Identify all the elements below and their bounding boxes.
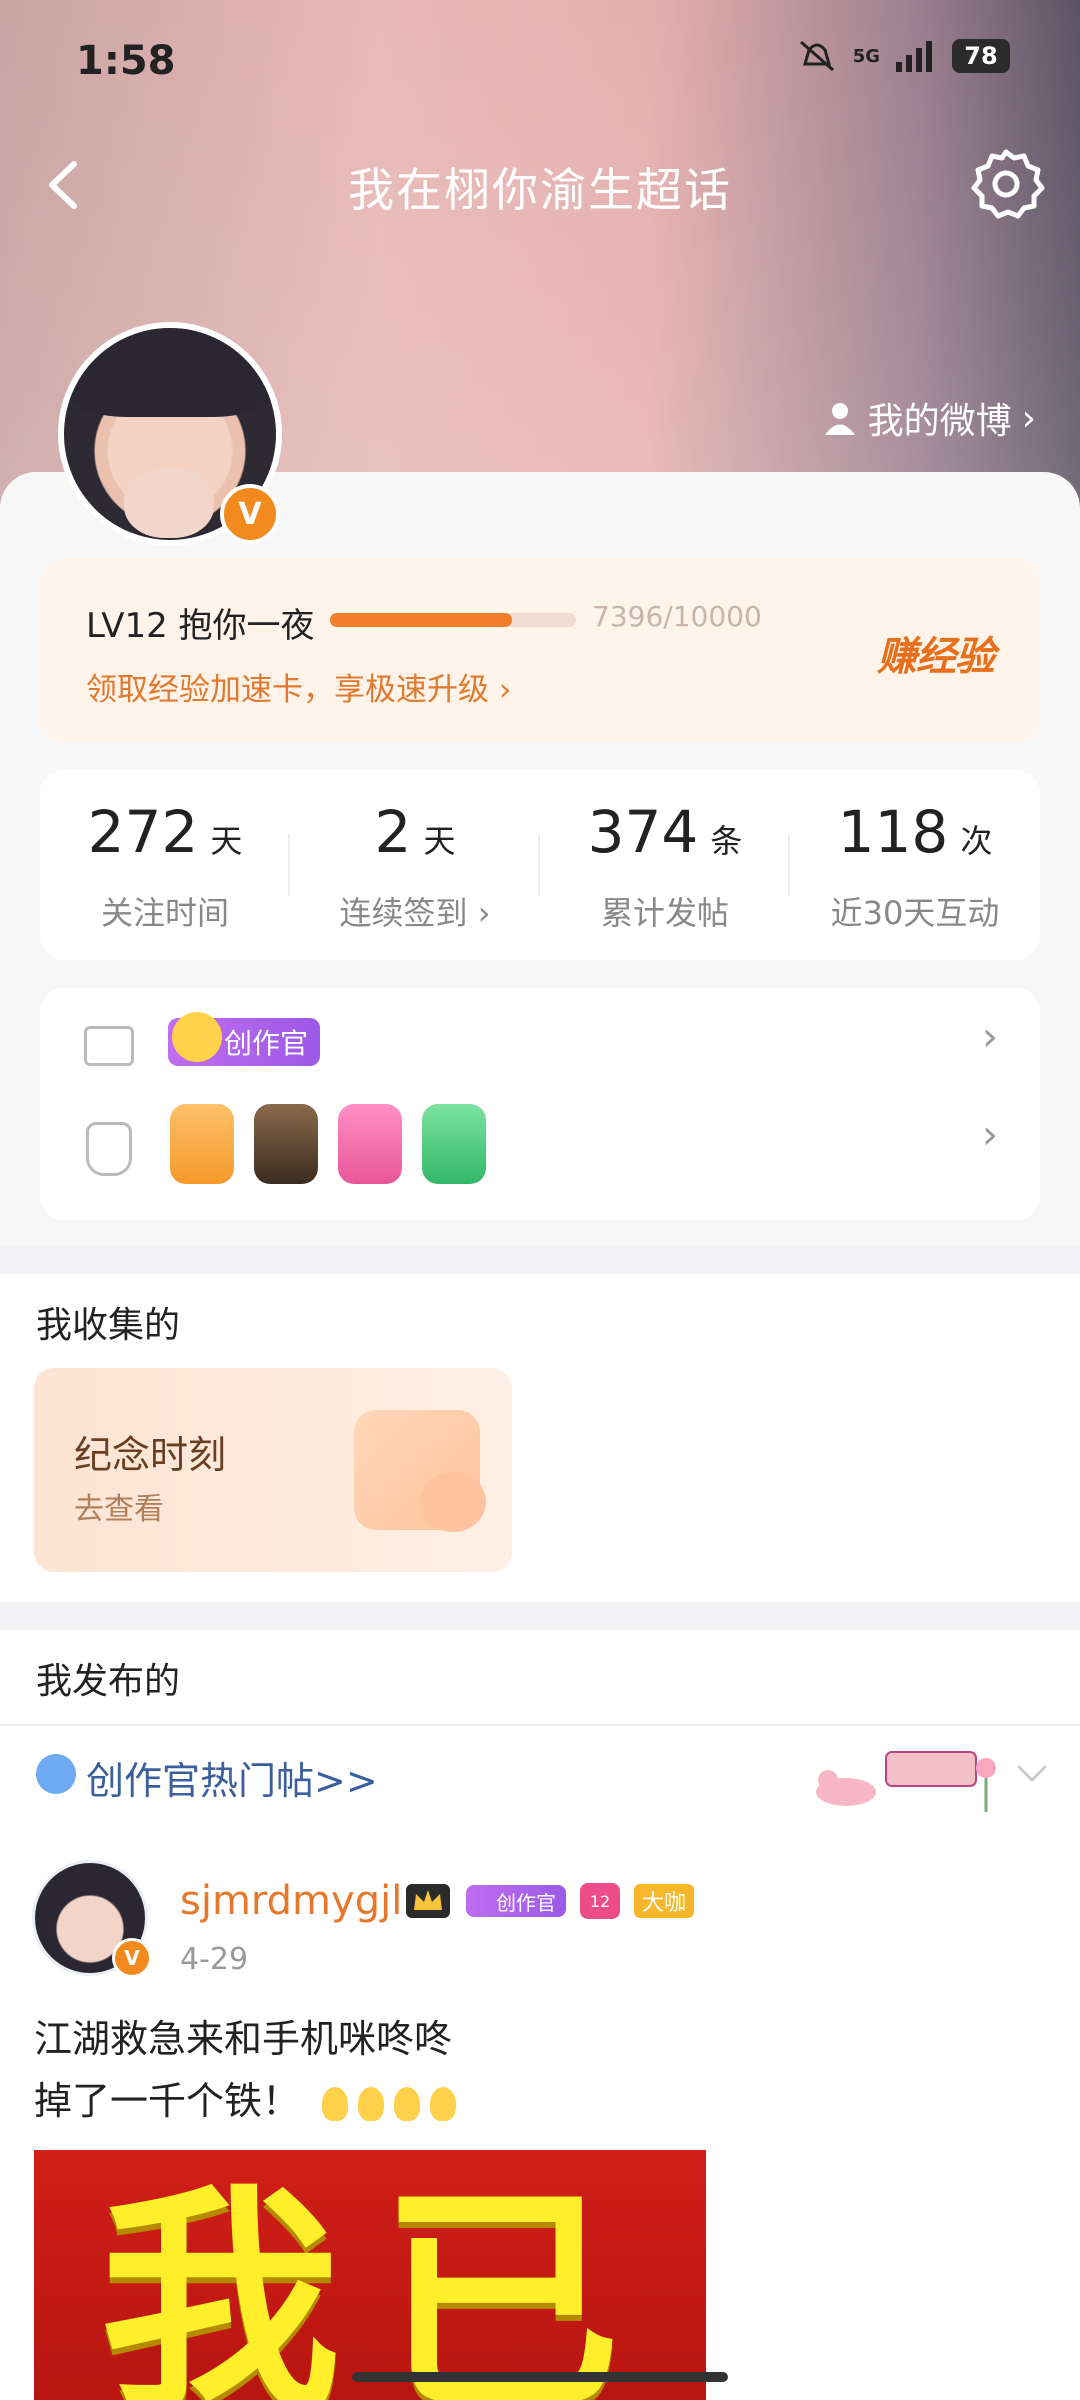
creator-mascot-icon bbox=[172, 1012, 222, 1062]
stat-value: 118 bbox=[837, 798, 949, 866]
hot-posts-link[interactable]: 创作官热门帖>> bbox=[86, 1750, 378, 1805]
stat-unit: 天 bbox=[423, 822, 456, 860]
page-title: 我在栩你渝生超话 bbox=[348, 163, 732, 217]
post-line-1: 江湖救急来和手机咪咚咚 bbox=[34, 2017, 453, 2061]
user-icon bbox=[824, 403, 855, 435]
level-progress-bar bbox=[330, 613, 576, 627]
gear-icon[interactable] bbox=[966, 144, 1046, 224]
chevron-right-icon: › bbox=[982, 1112, 998, 1158]
network-label: 5G bbox=[852, 45, 880, 67]
status-time: 1:58 bbox=[76, 38, 176, 84]
section-divider bbox=[0, 1246, 1080, 1274]
heart-icon bbox=[420, 1472, 486, 1532]
stat-unit: 条 bbox=[710, 822, 743, 860]
post-image[interactable]: 我已 bbox=[34, 2150, 706, 2400]
id-card-icon bbox=[84, 1026, 134, 1066]
chevron-right-icon: › bbox=[467, 894, 491, 932]
stat-label: 累计发帖 bbox=[600, 894, 729, 932]
medals-row[interactable]: › bbox=[40, 1100, 1040, 1196]
mute-icon bbox=[799, 40, 834, 72]
lightbulb-icon bbox=[430, 2086, 457, 2121]
my-weibo-label: 我的微博 bbox=[867, 401, 1012, 442]
cat-decoration-icon bbox=[816, 1751, 996, 1812]
creator-badge-label: 创作官 bbox=[224, 1027, 309, 1060]
published-title: 我发布的 bbox=[36, 1661, 181, 1702]
stat-checkin-days[interactable]: 2天 连续签到 › bbox=[290, 770, 540, 960]
level-card[interactable]: LV12 抱你一夜 7396/10000 领取经验加速卡，享极速升级 › 赚经验 bbox=[40, 558, 1040, 742]
stat-label: 关注时间 bbox=[100, 894, 229, 932]
level-progress-text: 7396/10000 bbox=[592, 600, 762, 633]
nav-bar: 我在栩你渝生超话 bbox=[0, 140, 1080, 230]
post-image-text: 我已 bbox=[100, 2164, 660, 2400]
speedup-tip-link[interactable]: 领取经验加速卡，享极速升级 › bbox=[86, 664, 511, 709]
creator-badge: 创作官 bbox=[168, 1012, 321, 1066]
badges-panel: 创作官 › › bbox=[40, 988, 1040, 1220]
post-date: 4-29 bbox=[180, 1942, 249, 1977]
crown-icon bbox=[406, 1884, 450, 1918]
level-progress-fill bbox=[330, 613, 512, 627]
lightbulb-icon bbox=[358, 2086, 385, 2121]
post-line-2: 掉了一千个铁！ bbox=[34, 2079, 301, 2123]
chevron-right-icon: › bbox=[498, 672, 512, 708]
creator-tag-label: 创作官 bbox=[496, 1890, 556, 1915]
lv12-medal-icon bbox=[338, 1104, 402, 1184]
my-weibo-link[interactable]: 我的微博 › bbox=[822, 392, 1036, 444]
avatar-hand bbox=[124, 468, 214, 538]
section-divider bbox=[0, 1602, 1080, 1630]
hot-posts-bar[interactable]: 创作官热门帖>> bbox=[0, 1724, 1080, 1828]
speedup-tip-label: 领取经验加速卡，享极速升级 bbox=[86, 672, 489, 708]
post-text: 江湖救急来和手机咪咚咚 掉了一千个铁！ bbox=[34, 2008, 457, 2132]
avatar-hair bbox=[64, 328, 276, 418]
user-tags: 创作官 12 大咖 bbox=[404, 1882, 695, 1920]
memorial-title: 纪念时刻 bbox=[74, 1433, 227, 1477]
verified-badge-icon: V bbox=[112, 1938, 152, 1978]
lightbulb-icon bbox=[322, 2086, 349, 2121]
stat-total-posts: 374 条 累计发帖 bbox=[540, 770, 790, 960]
chevron-right-icon: › bbox=[1021, 397, 1036, 439]
stat-interactions: 118 次 近30天互动 bbox=[790, 770, 1040, 960]
stat-follow-days: 272 天 关注时间 bbox=[40, 770, 290, 960]
big-shot-tag: 大咖 bbox=[634, 1884, 695, 1918]
star-badge-icon bbox=[36, 1754, 76, 1794]
battery-indicator: 78 bbox=[952, 39, 1010, 73]
post-card[interactable]: V sjmrdmygjl 创作官 12 大咖 4-29 江湖救急来和手机咪咚咚 … bbox=[0, 1826, 1080, 2400]
level-title: LV12 抱你一夜 bbox=[86, 606, 315, 646]
stat-unit: 天 bbox=[210, 822, 243, 860]
stat-value: 374 bbox=[587, 798, 699, 866]
post-username[interactable]: sjmrdmygjl bbox=[180, 1878, 402, 1924]
home-indicator[interactable] bbox=[352, 2372, 728, 2382]
medal-icon bbox=[86, 1122, 132, 1176]
hand-medal-icon bbox=[422, 1104, 486, 1184]
memorial-card[interactable]: 纪念时刻 去查看 bbox=[34, 1368, 512, 1572]
stat-label: 近30天互动 bbox=[830, 894, 1000, 932]
chevron-right-icon: › bbox=[982, 1014, 998, 1060]
stat-label: 连续签到 bbox=[339, 894, 468, 932]
stat-unit: 次 bbox=[960, 822, 993, 860]
stat-value: 2 bbox=[374, 798, 412, 866]
crown-medal-icon bbox=[170, 1104, 234, 1184]
signal-icon bbox=[896, 41, 932, 72]
stats-panel: 272 天 关注时间 2天 连续签到 › 374 条 累计发帖 118 次 近30天互… bbox=[40, 770, 1040, 960]
status-icons: 5G 78 bbox=[795, 36, 1010, 76]
earn-exp-button[interactable]: 赚经验 bbox=[877, 624, 995, 682]
creator-tag: 创作官 bbox=[466, 1885, 566, 1917]
super-medal-icon bbox=[254, 1104, 318, 1184]
level-tag: 12 bbox=[580, 1883, 620, 1919]
collected-title: 我收集的 bbox=[36, 1305, 181, 1346]
identity-row[interactable]: 创作官 › bbox=[40, 1012, 1040, 1084]
lightbulb-icon bbox=[394, 2086, 421, 2121]
memorial-view-link: 去查看 bbox=[74, 1492, 164, 1527]
chevron-down-icon[interactable] bbox=[1014, 1754, 1050, 1790]
verified-badge-icon: V bbox=[220, 484, 280, 544]
stat-value: 272 bbox=[87, 798, 199, 866]
